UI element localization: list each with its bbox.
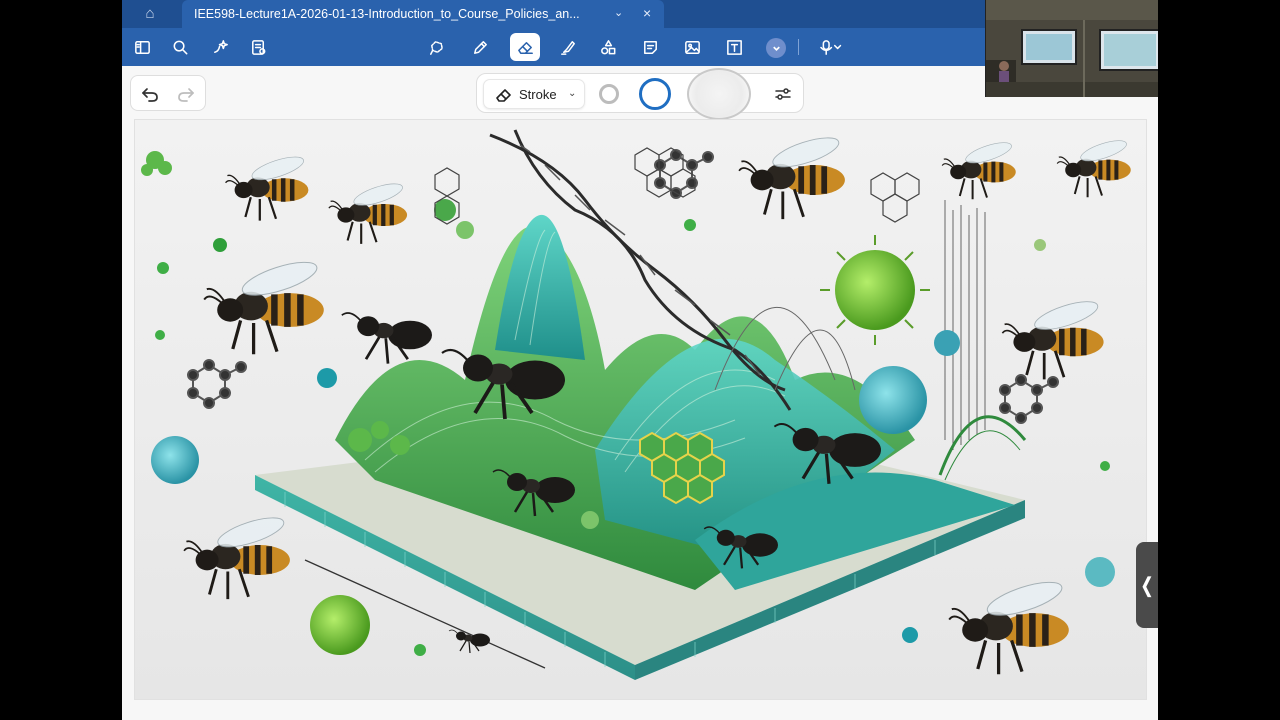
side-panel-handle[interactable]: ❬: [1136, 542, 1158, 628]
search-icon[interactable]: [166, 33, 194, 61]
close-icon[interactable]: ×: [643, 5, 651, 21]
microphone-icon[interactable]: [810, 33, 850, 61]
more-icon[interactable]: [766, 38, 786, 58]
toolbar-divider: [798, 39, 799, 55]
home-icon[interactable]: ⌂: [140, 5, 160, 23]
note-canvas[interactable]: Stroke ⌄ ❬: [122, 66, 1158, 720]
highlighter-icon[interactable]: [554, 33, 582, 61]
eraser-icon[interactable]: [510, 33, 540, 61]
document-title: IEE598-Lecture1A-2026-01-13-Introduction…: [194, 7, 580, 21]
sticky-note-icon[interactable]: [636, 33, 664, 61]
stroke-mode-label: Stroke: [519, 87, 557, 102]
document-tab[interactable]: IEE598-Lecture1A-2026-01-13-Introduction…: [182, 0, 664, 28]
slide-illustration: [134, 119, 1147, 700]
insect-biology-illustration: [135, 120, 1146, 699]
sidebar-toggle-icon[interactable]: [128, 33, 156, 61]
eraser-size-small[interactable]: [599, 84, 619, 104]
sliders-icon[interactable]: [773, 84, 793, 104]
eraser-options-bar: Stroke ⌄: [476, 68, 804, 120]
lasso-icon[interactable]: [422, 33, 450, 61]
undo-redo-group: [130, 75, 206, 111]
classroom-camera-image: [986, 0, 1158, 97]
eraser-icon: [494, 85, 514, 105]
chevron-down-icon[interactable]: ⌄: [614, 6, 623, 19]
stroke-mode-dropdown[interactable]: Stroke ⌄: [483, 79, 585, 109]
ai-sparkle-icon[interactable]: [206, 33, 234, 61]
note-app-window: ⌂ IEE598-Lecture1A-2026-01-13-Introducti…: [122, 0, 1158, 720]
text-box-icon[interactable]: [720, 33, 748, 61]
shapes-icon[interactable]: [594, 33, 622, 61]
redo-icon[interactable]: [175, 83, 197, 105]
webcam-feed: [985, 0, 1158, 97]
pen-icon[interactable]: [466, 33, 494, 61]
document-icon[interactable]: [244, 33, 272, 61]
undo-icon[interactable]: [139, 83, 161, 105]
chevron-down-icon: ⌄: [568, 88, 577, 99]
image-icon[interactable]: [678, 33, 706, 61]
eraser-size-large[interactable]: [687, 68, 751, 120]
eraser-size-medium[interactable]: [639, 78, 671, 110]
